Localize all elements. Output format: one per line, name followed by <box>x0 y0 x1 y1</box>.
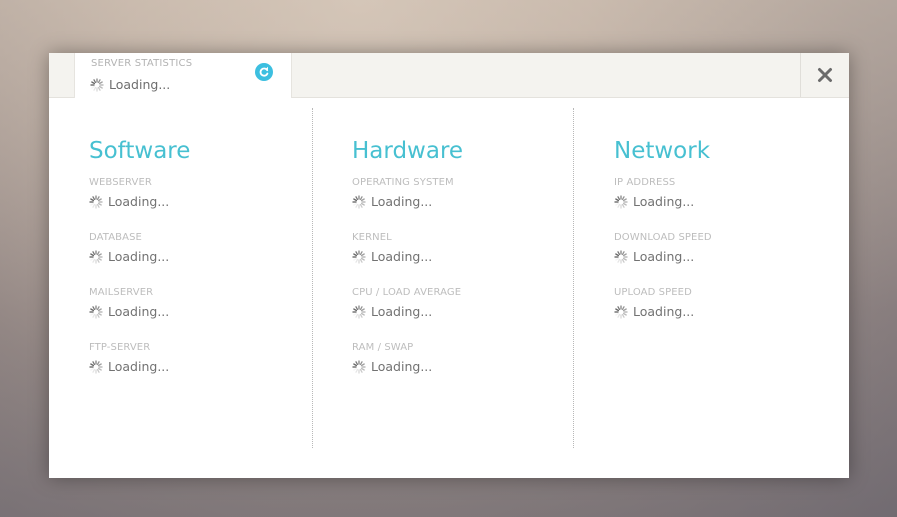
loading-spinner-icon <box>89 305 103 319</box>
field-value: Loading... <box>614 192 814 212</box>
field-label: MAILSERVER <box>89 287 154 298</box>
field-value-text: Loading... <box>108 359 170 374</box>
refresh-button[interactable] <box>255 63 273 81</box>
loading-spinner-icon <box>352 360 366 374</box>
loading-spinner-icon <box>352 305 366 319</box>
refresh-icon <box>259 66 269 77</box>
software-heading: Software <box>89 138 191 164</box>
network-column: Network IP ADDRESS Loading... DOWNLOAD S… <box>614 108 814 448</box>
field-value-text: Loading... <box>371 304 433 319</box>
field-value: Loading... <box>89 192 312 212</box>
loading-spinner-icon <box>352 250 366 264</box>
field-value-text: Loading... <box>633 304 695 319</box>
field-value-text: Loading... <box>633 249 695 264</box>
close-button[interactable] <box>800 53 849 97</box>
field-value: Loading... <box>614 247 814 267</box>
field-label: DATABASE <box>89 232 142 243</box>
operating-system-field: OPERATING SYSTEM Loading... <box>352 176 573 212</box>
field-label: IP ADDRESS <box>614 177 676 188</box>
hardware-column: Hardware OPERATING SYSTEM Loading... KER… <box>352 108 574 448</box>
field-label: RAM / SWAP <box>352 342 414 353</box>
field-value-text: Loading... <box>108 194 170 209</box>
field-label: DOWNLOAD SPEED <box>614 232 712 243</box>
tab-status: Loading... <box>90 77 170 92</box>
field-label: WEBSERVER <box>89 177 152 188</box>
loading-spinner-icon <box>614 250 628 264</box>
field-label: FTP-SERVER <box>89 342 151 353</box>
server-statistics-tab[interactable]: SERVER STATISTICS Loading... <box>74 53 292 98</box>
modal-header: SERVER STATISTICS Loading... <box>49 53 849 98</box>
field-label: CPU / LOAD AVERAGE <box>352 287 462 298</box>
mailserver-field: MAILSERVER Loading... <box>89 286 312 322</box>
field-label: KERNEL <box>352 232 392 243</box>
field-value-text: Loading... <box>108 249 170 264</box>
cpu-load-field: CPU / LOAD AVERAGE Loading... <box>352 286 573 322</box>
kernel-field: KERNEL Loading... <box>352 231 573 267</box>
upload-speed-field: UPLOAD SPEED Loading... <box>614 286 814 322</box>
loading-spinner-icon <box>89 195 103 209</box>
close-icon <box>818 68 832 82</box>
field-value: Loading... <box>89 357 312 377</box>
ram-swap-field: RAM / SWAP Loading... <box>352 341 573 377</box>
loading-spinner-icon <box>90 77 104 92</box>
software-column: Software WEBSERVER Loading... DATABASE L… <box>89 108 313 448</box>
field-value: Loading... <box>352 302 573 322</box>
field-value: Loading... <box>89 247 312 267</box>
webserver-field: WEBSERVER Loading... <box>89 176 312 212</box>
loading-spinner-icon <box>352 195 366 209</box>
field-value-text: Loading... <box>108 304 170 319</box>
loading-spinner-icon <box>89 250 103 264</box>
field-label: OPERATING SYSTEM <box>352 177 454 188</box>
field-value: Loading... <box>352 192 573 212</box>
hardware-heading: Hardware <box>352 138 464 164</box>
network-heading: Network <box>614 138 711 164</box>
loading-spinner-icon <box>89 360 103 374</box>
ip-address-field: IP ADDRESS Loading... <box>614 176 814 212</box>
server-statistics-modal: SERVER STATISTICS Loading... Software WE… <box>49 53 849 478</box>
database-field: DATABASE Loading... <box>89 231 312 267</box>
tab-status-text: Loading... <box>109 77 171 92</box>
field-value-text: Loading... <box>371 359 433 374</box>
tab-title: SERVER STATISTICS <box>91 58 193 69</box>
field-label: UPLOAD SPEED <box>614 287 692 298</box>
field-value: Loading... <box>352 247 573 267</box>
field-value-text: Loading... <box>633 194 695 209</box>
loading-spinner-icon <box>614 195 628 209</box>
download-speed-field: DOWNLOAD SPEED Loading... <box>614 231 814 267</box>
loading-spinner-icon <box>614 305 628 319</box>
field-value-text: Loading... <box>371 194 433 209</box>
field-value: Loading... <box>352 357 573 377</box>
ftp-server-field: FTP-SERVER Loading... <box>89 341 312 377</box>
field-value-text: Loading... <box>371 249 433 264</box>
field-value: Loading... <box>89 302 312 322</box>
field-value: Loading... <box>614 302 814 322</box>
